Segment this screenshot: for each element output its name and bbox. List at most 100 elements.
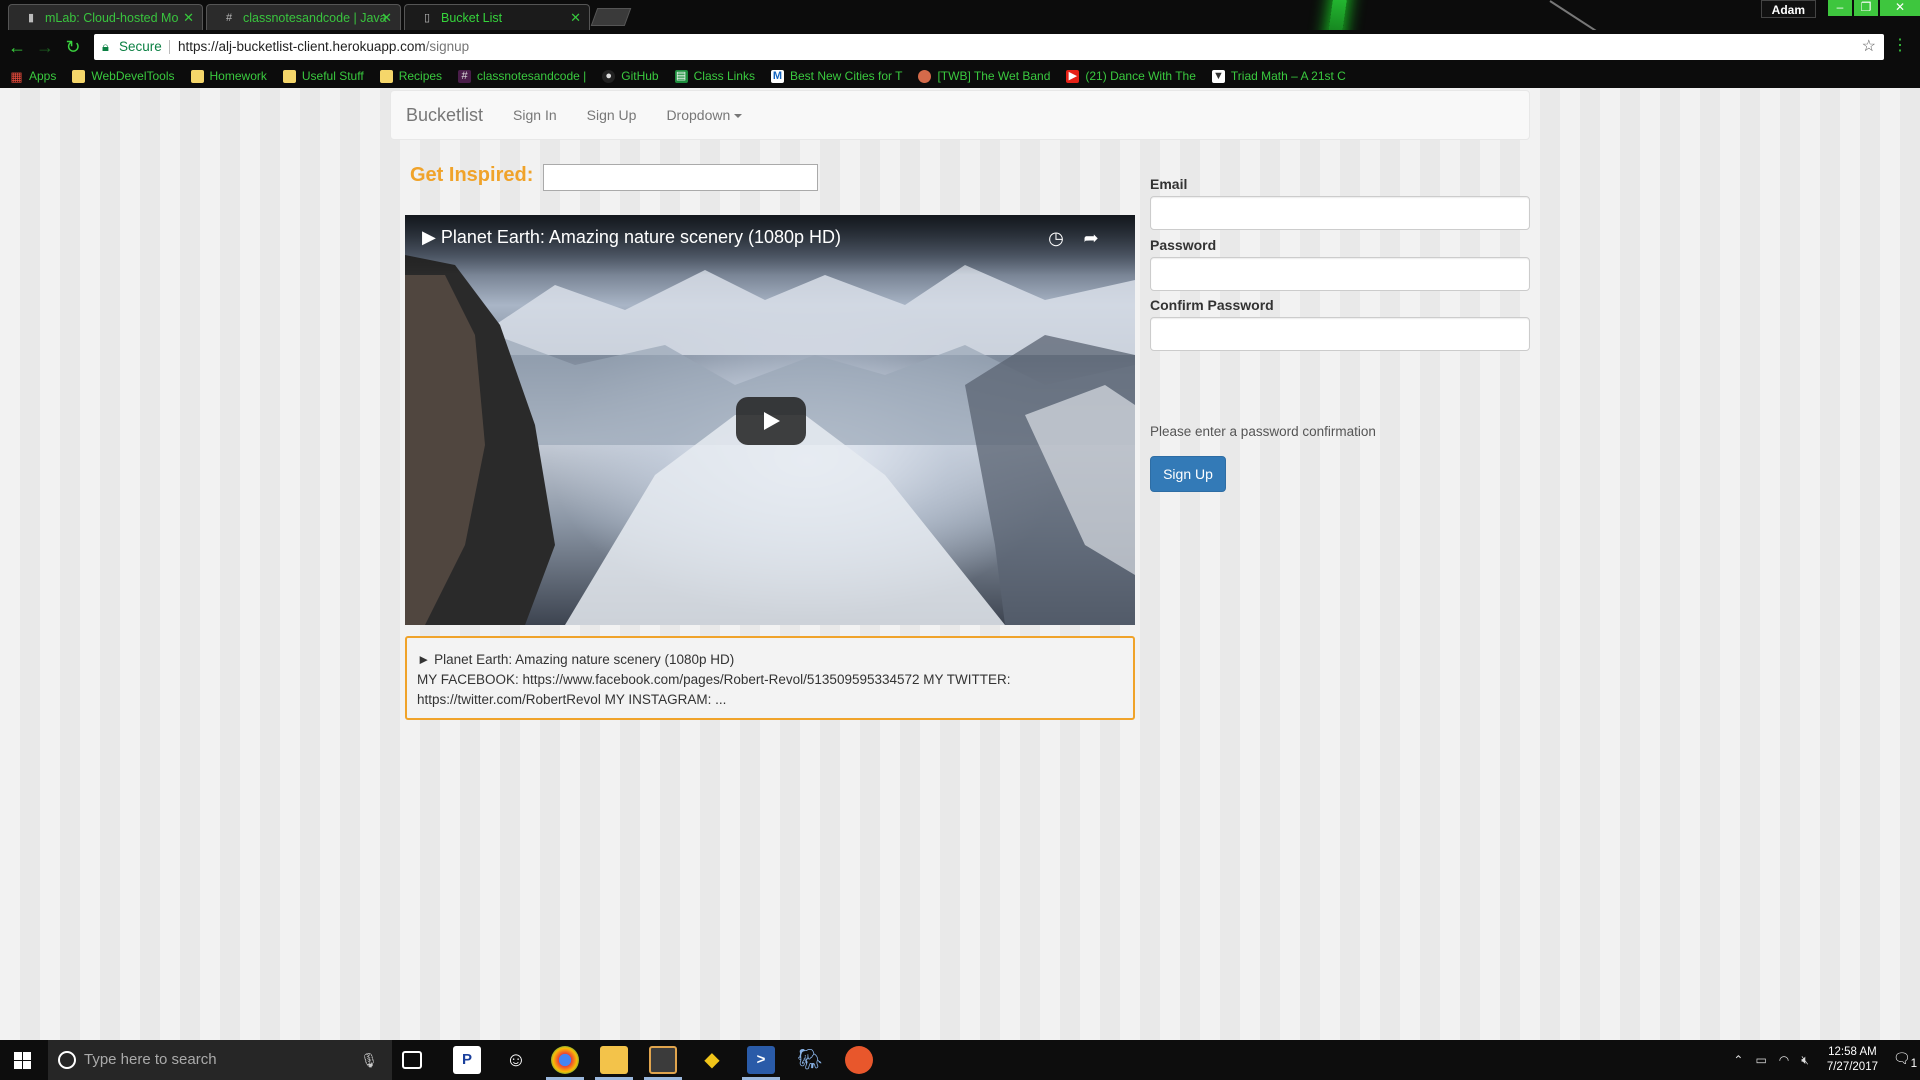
battery-icon[interactable]: ▭: [1755, 1053, 1766, 1067]
browser-toolbar: ← → ↻ 🔒︎ Secure https://alj-bucketlist-c…: [0, 30, 1920, 64]
browser-tab-strip: ▮ mLab: Cloud-hosted Mo ✕ # classnotesan…: [0, 0, 1920, 30]
close-icon[interactable]: ✕: [570, 5, 581, 30]
bookmark-github[interactable]: ● GitHub: [602, 69, 659, 83]
apps-grid-icon: ▦: [10, 68, 23, 84]
m-icon: M: [770, 69, 784, 83]
reload-icon[interactable]: ↻: [62, 36, 84, 58]
bookmark-recipes[interactable]: Recipes: [379, 69, 442, 83]
secure-label: Secure: [119, 39, 162, 54]
youtube-video-player[interactable]: ▶︎ Planet Earth: Amazing nature scenery …: [405, 215, 1135, 625]
task-view-icon[interactable]: [402, 1051, 422, 1069]
video-description: ► Planet Earth: Amazing nature scenery (…: [405, 636, 1135, 720]
video-title[interactable]: ▶︎ Planet Earth: Amazing nature scenery …: [422, 227, 841, 248]
window-controls: Adam – ❐ ✕: [1760, 0, 1920, 18]
bookmark-class-links[interactable]: ▤ Class Links: [674, 69, 755, 83]
volume-muted-icon[interactable]: 🔇︎: [1801, 1053, 1809, 1068]
mlab-leaf-icon: ▮: [27, 12, 35, 24]
profile-name[interactable]: Adam: [1760, 0, 1816, 18]
description-title: ► Planet Earth: Amazing nature scenery (…: [417, 652, 735, 667]
nav-dropdown[interactable]: Dropdown: [666, 107, 743, 123]
postgres-elephant-icon[interactable]: 🐘︎: [796, 1046, 824, 1074]
microphone-icon[interactable]: 🎙︎: [360, 1040, 378, 1080]
page-content: Bucketlist Sign In Sign Up Dropdown Get …: [0, 88, 1920, 1040]
tab-label: mLab: Cloud-hosted Mo: [45, 11, 179, 25]
triad-icon: ▼: [1211, 69, 1225, 83]
wallpaper-streak: [1324, 0, 1350, 30]
play-button-icon[interactable]: [736, 397, 806, 445]
folder-icon: [379, 69, 393, 83]
wallpaper-line: [1549, 0, 1719, 30]
windows-start-icon[interactable]: [0, 1040, 48, 1080]
bookmark-best-new-cities[interactable]: M Best New Cities for T: [770, 69, 902, 83]
bookmark-webdeveltools[interactable]: WebDevelTools: [72, 69, 175, 83]
youtube-icon: ▶: [1066, 69, 1080, 83]
menu-dots-icon[interactable]: ⋮: [1892, 36, 1908, 56]
nav-sign-up[interactable]: Sign Up: [587, 107, 637, 123]
github-icon: ●: [602, 69, 616, 83]
tab-classnotes[interactable]: # classnotesandcode | Java ✕: [206, 4, 401, 30]
email-label: Email: [1150, 176, 1188, 192]
smiley-app-icon[interactable]: ☺: [502, 1046, 530, 1074]
clock-time: 12:58 AM: [1828, 1046, 1877, 1058]
cortana-circle-icon: [58, 1051, 76, 1069]
bookmark-wet-band[interactable]: [TWB] The Wet Band: [918, 69, 1050, 83]
sign-up-button[interactable]: Sign Up: [1150, 456, 1226, 492]
git-kraken-icon[interactable]: ◆: [698, 1046, 726, 1074]
page-icon: ▯: [423, 12, 431, 24]
back-arrow-icon[interactable]: ←: [6, 36, 28, 58]
bookmark-dance-with-the[interactable]: ▶ (21) Dance With The: [1066, 69, 1196, 83]
chrome-icon[interactable]: [551, 1046, 579, 1074]
pandora-icon[interactable]: P: [453, 1046, 481, 1074]
close-icon[interactable]: ✕: [381, 5, 392, 30]
email-field[interactable]: [1150, 196, 1530, 230]
bookmark-useful-stuff[interactable]: Useful Stuff: [282, 69, 364, 83]
folder-icon: [282, 69, 296, 83]
caret-down-icon: [734, 114, 743, 119]
powershell-icon[interactable]: >: [747, 1046, 775, 1074]
password-field[interactable]: [1150, 257, 1530, 291]
close-window-icon[interactable]: ✕: [1880, 0, 1920, 16]
bookmark-triad-math[interactable]: ▼ Triad Math – A 21st C: [1211, 69, 1346, 83]
confirm-password-field[interactable]: [1150, 317, 1530, 351]
divider: [169, 40, 170, 54]
get-inspired-label: Get Inspired:: [410, 164, 534, 186]
file-explorer-icon[interactable]: [600, 1046, 628, 1074]
chevron-up-icon[interactable]: ⌃: [1733, 1053, 1743, 1067]
nav-sign-in[interactable]: Sign In: [513, 107, 557, 123]
notification-center-icon[interactable]: 🗨︎1: [1890, 1050, 1920, 1070]
postman-icon[interactable]: [845, 1046, 873, 1074]
minimize-icon[interactable]: –: [1828, 0, 1852, 16]
lock-icon: 🔒︎: [102, 39, 109, 54]
system-tray: ⌃ ▭ ◠ 🔇︎ 12:58 AM 7/27/2017 🗨︎1: [1727, 1040, 1920, 1080]
site-navbar: Bucketlist Sign In Sign Up Dropdown: [390, 90, 1530, 140]
url-text[interactable]: https://alj-bucketlist-client.herokuapp.…: [178, 34, 469, 60]
hash-icon: #: [458, 69, 472, 83]
forward-arrow-icon[interactable]: →: [34, 36, 56, 58]
description-body: MY FACEBOOK: https://www.facebook.com/pa…: [417, 672, 1011, 707]
share-arrow-icon[interactable]: ➦: [1080, 227, 1102, 249]
new-tab-button[interactable]: [590, 8, 632, 26]
watch-later-clock-icon[interactable]: ◷: [1045, 227, 1067, 249]
bookmark-star-icon[interactable]: ☆: [1862, 34, 1876, 60]
get-inspired-input[interactable]: [543, 164, 818, 191]
navbar-brand[interactable]: Bucketlist: [406, 105, 483, 126]
search-placeholder: Type here to search: [84, 1051, 217, 1068]
bookmark-apps[interactable]: ▦ Apps: [10, 69, 56, 83]
wifi-icon[interactable]: ◠: [1779, 1053, 1789, 1067]
maximize-icon[interactable]: ❐: [1854, 0, 1878, 16]
folder-icon: [190, 69, 204, 83]
clock[interactable]: 12:58 AM 7/27/2017: [1827, 1045, 1878, 1075]
tab-bucket-list[interactable]: ▯ Bucket List ✕: [404, 4, 590, 30]
bookmark-homework[interactable]: Homework: [190, 69, 267, 83]
notification-count: 1: [1910, 1056, 1918, 1070]
tab-label: classnotesandcode | Java: [243, 11, 387, 25]
address-bar[interactable]: 🔒︎ Secure https://alj-bucketlist-client.…: [94, 34, 1884, 60]
password-label: Password: [1150, 237, 1217, 253]
tab-mlab[interactable]: ▮ mLab: Cloud-hosted Mo ✕: [8, 4, 203, 30]
close-icon[interactable]: ✕: [183, 5, 194, 30]
taskbar-search-box[interactable]: Type here to search 🎙︎: [48, 1040, 392, 1080]
sheets-icon: ▤: [674, 69, 688, 83]
avatar-icon: [918, 69, 932, 83]
bookmark-classnotes[interactable]: # classnotesandcode |: [458, 69, 586, 83]
sublime-text-icon[interactable]: [649, 1046, 677, 1074]
